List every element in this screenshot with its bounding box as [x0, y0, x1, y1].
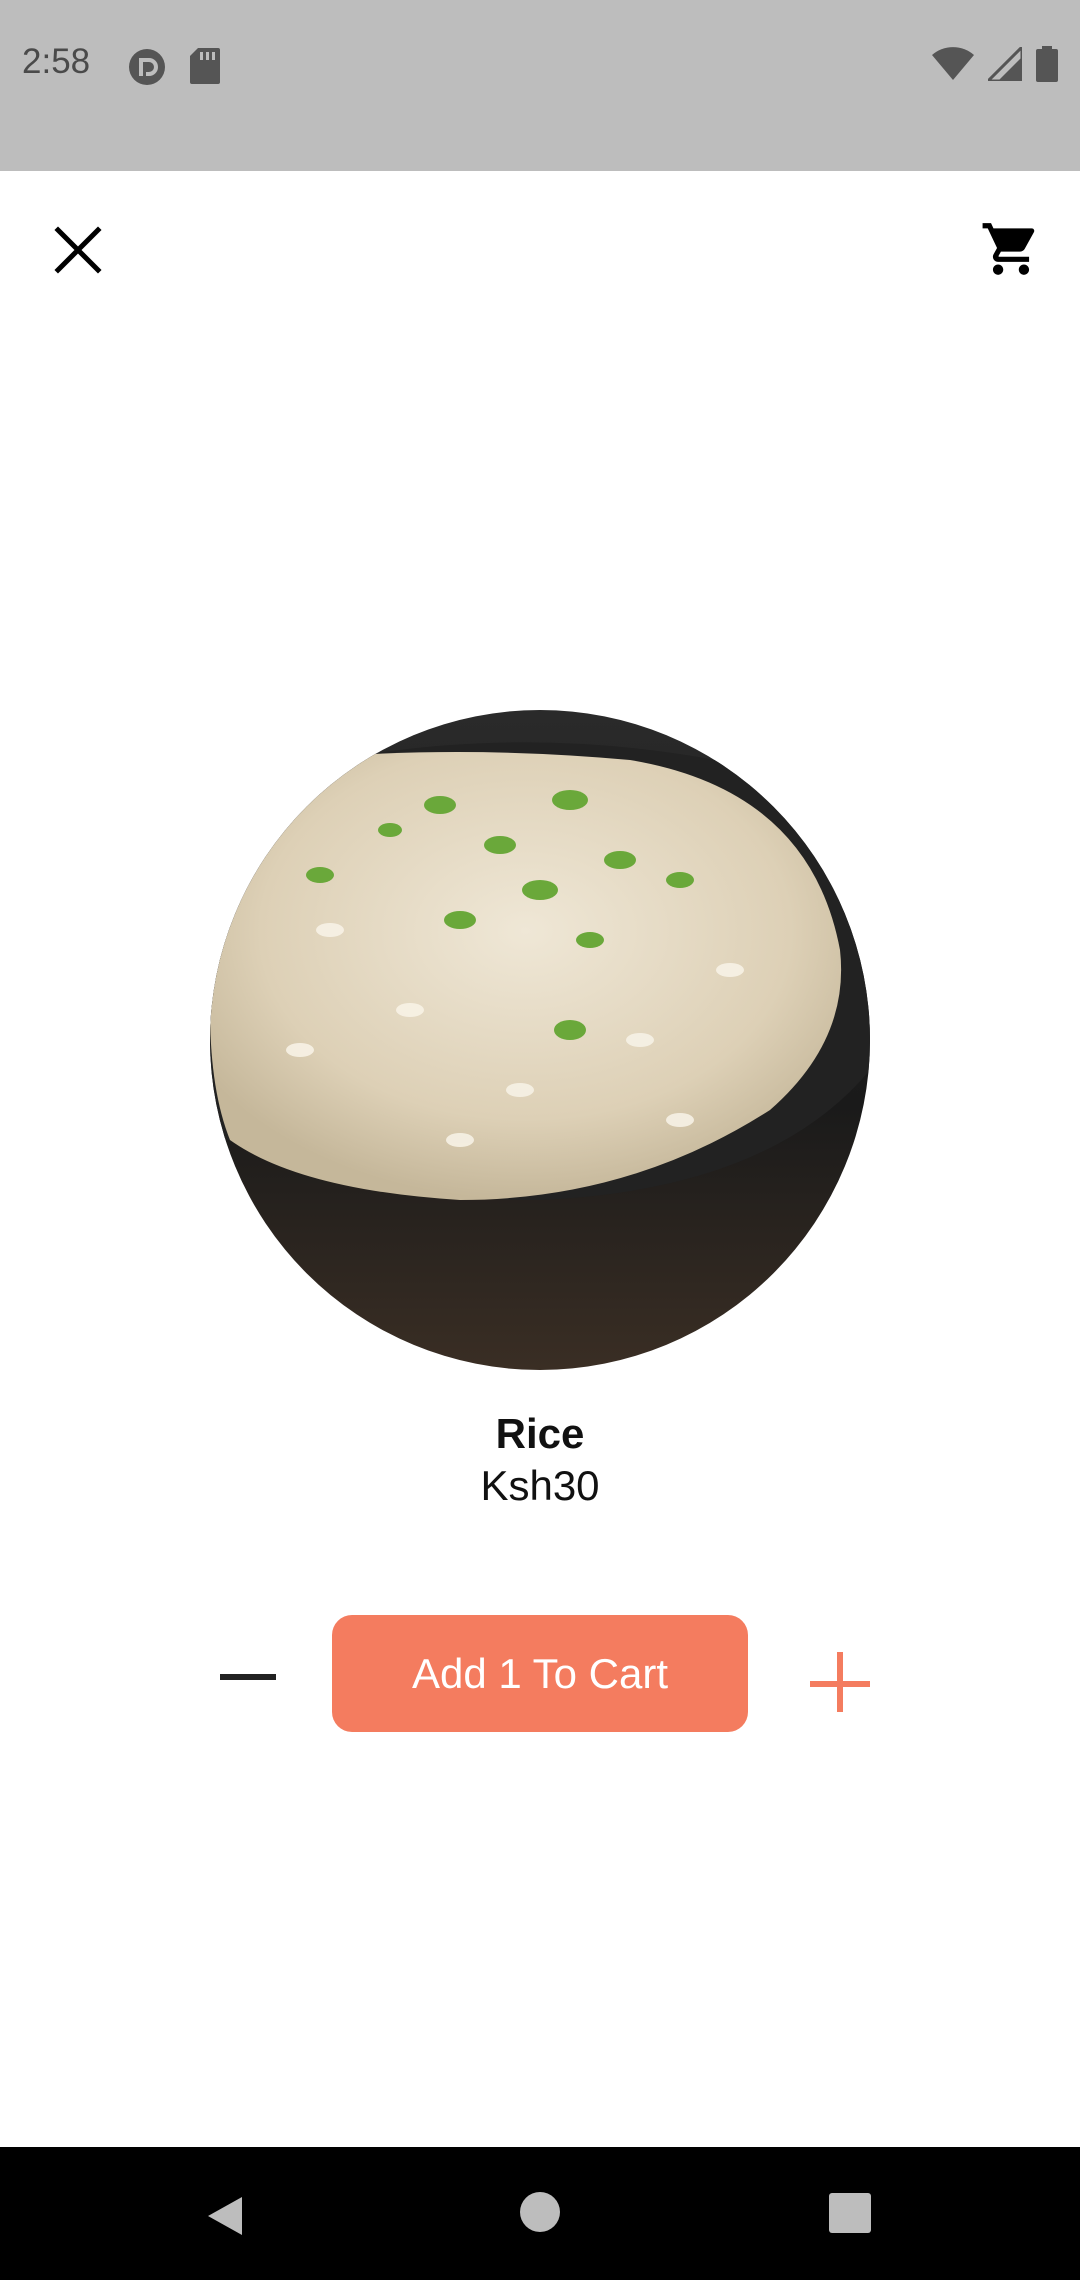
signal-icon [988, 47, 1022, 81]
pocket-casts-icon [129, 49, 165, 85]
status-time: 2:58 [22, 42, 91, 81]
rice-bowl-image [210, 710, 870, 1370]
battery-icon [1036, 46, 1058, 82]
plus-icon [810, 1652, 870, 1712]
back-icon [208, 2197, 242, 2235]
increase-quantity-button[interactable] [806, 1648, 878, 1720]
product-image [210, 710, 870, 1370]
nav-back-button[interactable] [200, 2191, 250, 2246]
status-left-icons [128, 48, 220, 86]
navigation-bar [0, 2147, 1080, 2280]
decrease-quantity-button[interactable] [210, 1640, 286, 1716]
status-right-icons [932, 46, 1058, 82]
close-button[interactable] [50, 222, 106, 278]
nav-home-button[interactable] [519, 2191, 561, 2238]
home-icon [520, 2192, 560, 2232]
close-icon [54, 226, 102, 274]
minus-icon [220, 1674, 276, 1680]
cart-button[interactable] [980, 218, 1042, 280]
wifi-icon [932, 47, 974, 80]
nav-recents-button[interactable] [828, 2193, 872, 2238]
product-price: Ksh30 [480, 1462, 600, 1509]
add-to-cart-button[interactable]: Add 1 To Cart [332, 1615, 748, 1732]
cart-icon [982, 223, 1035, 275]
recents-icon [829, 2193, 871, 2233]
status-bar: 2:58 [0, 0, 1080, 171]
product-name: Rice [495, 1410, 585, 1457]
sd-card-icon [190, 48, 220, 84]
